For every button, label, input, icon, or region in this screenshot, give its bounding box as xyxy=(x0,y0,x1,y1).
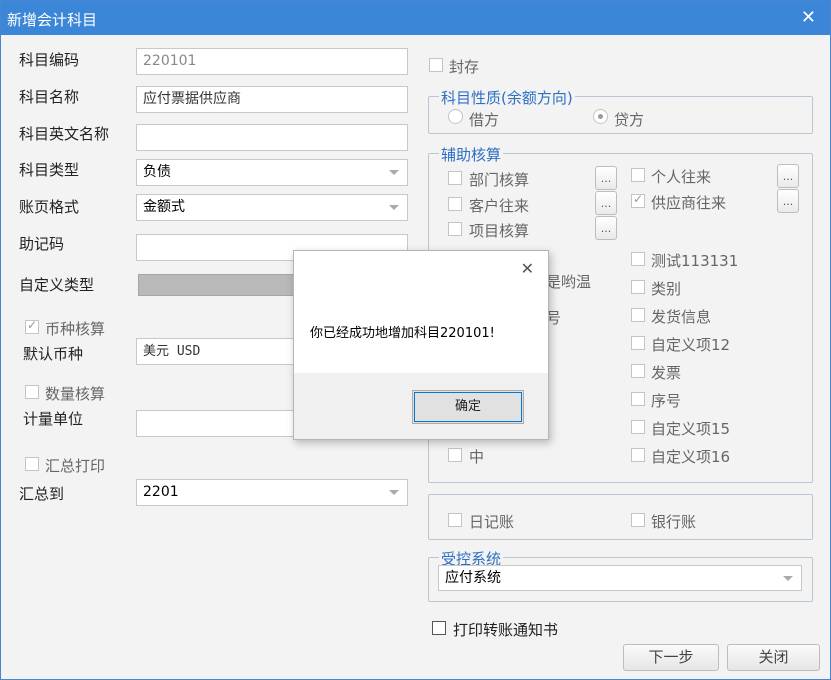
aux-customer-checkbox[interactable] xyxy=(448,197,462,211)
chevron-down-icon xyxy=(783,576,793,581)
window-title: 新增会计科目 xyxy=(7,11,98,29)
chevron-down-icon xyxy=(389,490,399,495)
aux-right-checkbox-6[interactable] xyxy=(631,392,645,406)
memo-label: 助记码 xyxy=(19,235,65,253)
aux-right-label-7: 自定义项15 xyxy=(651,420,731,438)
aux-right-checkbox-1[interactable] xyxy=(631,252,645,266)
print-notice-checkbox[interactable] xyxy=(432,621,446,635)
en-name-label: 科目英文名称 xyxy=(19,125,110,143)
type-select[interactable]: 负债 xyxy=(136,159,408,186)
quantity-check-label: 数量核算 xyxy=(45,385,106,403)
aux-personal-checkbox[interactable] xyxy=(631,168,645,182)
aux-right-checkbox-8[interactable] xyxy=(631,448,645,462)
aux-supplier-checkbox[interactable] xyxy=(631,192,645,208)
aux-right-checkbox-2[interactable] xyxy=(631,280,645,294)
credit-label: 贷方 xyxy=(614,111,645,129)
aux-right-label-8: 自定义项16 xyxy=(651,448,731,466)
aux-customer-more-button[interactable]: ... xyxy=(595,191,617,215)
aux-project-checkbox[interactable] xyxy=(448,222,462,236)
aux-right-checkbox-7[interactable] xyxy=(631,420,645,434)
en-name-input[interactable] xyxy=(136,124,408,151)
print-notice-label: 打印转账通知书 xyxy=(453,621,559,639)
journal-label: 日记账 xyxy=(469,513,515,531)
aux-right-label-4: 自定义项12 xyxy=(651,336,731,354)
close-button[interactable]: 关闭 xyxy=(727,644,820,671)
aux-dept-label: 部门核算 xyxy=(469,171,530,189)
name-label: 科目名称 xyxy=(19,88,80,106)
summary-print-checkbox[interactable] xyxy=(25,457,39,471)
debit-radio[interactable] xyxy=(448,109,463,124)
type-value: 负债 xyxy=(143,164,171,180)
aux-personal-more-button[interactable]: ... xyxy=(777,164,799,188)
dialog-ok-button[interactable]: 确定 xyxy=(412,390,524,424)
aux-dept-checkbox[interactable] xyxy=(448,171,462,185)
summary-to-select[interactable]: 2201 xyxy=(136,479,408,506)
title-bar: 新增会计科目 ✕ xyxy=(1,1,830,35)
currency-check-label: 币种核算 xyxy=(45,320,106,338)
aux-right-label-3: 发货信息 xyxy=(651,308,712,326)
aux-partial-label-1: 是哟温 xyxy=(546,273,592,291)
default-currency-label: 默认币种 xyxy=(23,345,84,363)
aux-project-more-button[interactable]: ... xyxy=(595,216,617,240)
aux-right-checkbox-3[interactable] xyxy=(631,308,645,322)
add-account-window: 新增会计科目 ✕ 科目编码 220101 科目名称 应付票据供应商 科目英文名称… xyxy=(0,0,831,680)
aux-customer-label: 客户往来 xyxy=(469,197,530,215)
chevron-down-icon xyxy=(389,170,399,175)
ledger-value: 金额式 xyxy=(143,199,185,215)
aux-project-label: 项目核算 xyxy=(469,222,530,240)
sealed-checkbox[interactable] xyxy=(429,58,443,72)
summary-print-label: 汇总打印 xyxy=(45,457,106,475)
aux-dept-more-button[interactable]: ... xyxy=(595,166,617,190)
aux-supplier-more-button[interactable]: ... xyxy=(777,189,799,213)
journal-checkbox[interactable] xyxy=(448,513,462,527)
close-icon[interactable]: ✕ xyxy=(801,7,816,28)
aux-group-title: 辅助核算 xyxy=(439,144,504,165)
sealed-label: 封存 xyxy=(449,58,480,76)
aux-right-label-6: 序号 xyxy=(651,392,682,410)
aux-mid-checkbox[interactable] xyxy=(448,448,462,462)
code-input[interactable]: 220101 xyxy=(136,48,408,75)
ledger-label: 账页格式 xyxy=(19,198,80,216)
summary-to-value: 2201 xyxy=(143,484,179,500)
custom-type-label: 自定义类型 xyxy=(19,276,95,294)
aux-right-checkbox-4[interactable] xyxy=(631,336,645,350)
bank-checkbox[interactable] xyxy=(631,513,645,527)
credit-radio[interactable] xyxy=(593,109,608,124)
custom-type-select[interactable] xyxy=(138,274,298,296)
code-label: 科目编码 xyxy=(19,51,80,69)
aux-personal-label: 个人往来 xyxy=(651,168,712,186)
ledger-select[interactable]: 金额式 xyxy=(136,194,408,221)
success-dialog: ✕ 你已经成功地增加科目220101! 确定 xyxy=(293,250,549,440)
aux-right-label-2: 类别 xyxy=(651,280,682,298)
aux-right-label-5: 发票 xyxy=(651,364,682,382)
controlled-select[interactable]: 应付系统 xyxy=(438,565,802,591)
name-input[interactable]: 应付票据供应商 xyxy=(136,86,408,113)
aux-right-checkbox-5[interactable] xyxy=(631,364,645,378)
currency-checkbox[interactable] xyxy=(25,318,39,334)
chevron-down-icon xyxy=(389,205,399,210)
aux-right-label-1: 测试113131 xyxy=(651,252,739,270)
dialog-message: 你已经成功地增加科目220101! xyxy=(310,326,495,341)
dialog-close-icon[interactable]: ✕ xyxy=(521,259,534,278)
aux-supplier-label: 供应商往来 xyxy=(651,194,727,212)
nature-group-title: 科目性质(余额方向) xyxy=(439,87,575,108)
controlled-value: 应付系统 xyxy=(445,570,501,586)
default-currency-input[interactable]: 美元 USD xyxy=(136,338,298,365)
aux-mid-label: 中 xyxy=(469,448,485,466)
next-button[interactable]: 下一步 xyxy=(623,644,719,671)
bank-label: 银行账 xyxy=(651,513,697,531)
unit-label: 计量单位 xyxy=(23,410,84,428)
summary-to-label: 汇总到 xyxy=(19,485,65,503)
quantity-checkbox[interactable] xyxy=(25,385,39,399)
debit-label: 借方 xyxy=(469,111,500,129)
type-label: 科目类型 xyxy=(19,161,80,179)
unit-input[interactable] xyxy=(136,410,298,437)
